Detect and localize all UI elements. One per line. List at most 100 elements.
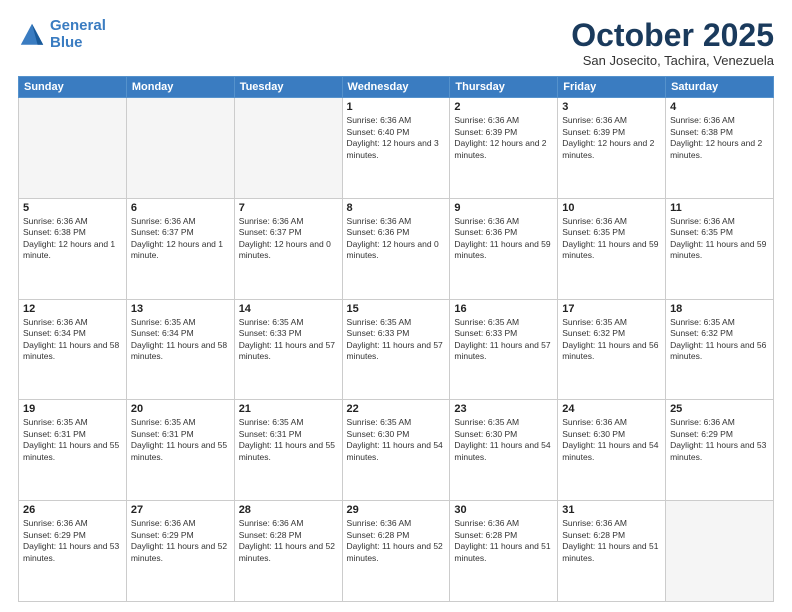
day-info: Sunrise: 6:36 AMSunset: 6:28 PMDaylight:… — [562, 518, 661, 564]
day-number: 17 — [562, 303, 661, 315]
day-info: Sunrise: 6:36 AMSunset: 6:29 PMDaylight:… — [23, 518, 122, 564]
logo-text: General Blue — [50, 18, 106, 51]
calendar-cell: 16 Sunrise: 6:35 AMSunset: 6:33 PMDayligh… — [450, 299, 558, 400]
weekday-header: Saturday — [666, 77, 774, 98]
day-number: 31 — [562, 504, 661, 516]
logo-icon — [18, 21, 46, 49]
calendar-cell: 11 Sunrise: 6:36 AMSunset: 6:35 PMDayligh… — [666, 198, 774, 299]
calendar-cell: 14 Sunrise: 6:35 AMSunset: 6:33 PMDayligh… — [234, 299, 342, 400]
calendar-cell: 19Sunrise: 6:35 AMSunset: 6:31 PMDayligh… — [19, 400, 127, 501]
logo: General Blue — [18, 18, 106, 51]
logo-line1: General — [50, 17, 106, 34]
day-number: 8 — [347, 202, 446, 214]
day-number: 29 — [347, 504, 446, 516]
day-number: 27 — [131, 504, 230, 516]
header: General Blue October 2025 San Josecito, … — [18, 18, 774, 68]
day-number: 14 — [239, 303, 338, 315]
day-info: Sunrise: 6:36 AMSunset: 6:35 PMDaylight:… — [562, 216, 661, 262]
day-number: 25 — [670, 403, 769, 415]
day-number: 3 — [562, 101, 661, 113]
day-number: 11 — [670, 202, 769, 214]
day-info: Sunrise: 6:36 AMSunset: 6:39 PMDaylight:… — [454, 115, 553, 161]
weekday-header: Monday — [126, 77, 234, 98]
weekday-header-row: SundayMondayTuesdayWednesdayThursdayFrid… — [19, 77, 774, 98]
day-info: Sunrise: 6:35 AMSunset: 6:31 PMDaylight:… — [131, 417, 230, 463]
weekday-header: Thursday — [450, 77, 558, 98]
page: General Blue October 2025 San Josecito, … — [0, 0, 792, 612]
weekday-header: Wednesday — [342, 77, 450, 98]
day-info: Sunrise: 6:35 AMSunset: 6:34 PMDaylight:… — [131, 317, 230, 363]
day-info: Sunrise: 6:36 AMSunset: 6:29 PMDaylight:… — [670, 417, 769, 463]
calendar-cell: 23 Sunrise: 6:35 AMSunset: 6:30 PMDayligh… — [450, 400, 558, 501]
weekday-header: Sunday — [19, 77, 127, 98]
day-info: Sunrise: 6:36 AMSunset: 6:39 PMDaylight:… — [562, 115, 661, 161]
day-number: 20 — [131, 403, 230, 415]
location: San Josecito, Tachira, Venezuela — [571, 53, 774, 68]
calendar-table: SundayMondayTuesdayWednesdayThursdayFrid… — [18, 76, 774, 602]
day-number: 5 — [23, 202, 122, 214]
day-info: Sunrise: 6:36 AMSunset: 6:35 PMDaylight:… — [670, 216, 769, 262]
week-row: 19 Sunrise: 6:35 AMSunset: 6:31 PMDayligh… — [19, 400, 774, 501]
day-number: 15 — [347, 303, 446, 315]
day-number: 16 — [454, 303, 553, 315]
calendar-cell: 4Sunrise: 6:36 AMSunset: 6:38 PMDaylight… — [666, 98, 774, 199]
day-info: Sunrise: 6:36 AMSunset: 6:28 PMDaylight:… — [454, 518, 553, 564]
calendar-cell: 29 Sunrise: 6:36 AMSunset: 6:28 PMDayligh… — [342, 501, 450, 602]
day-info: Sunrise: 6:36 AMSunset: 6:37 PMDaylight:… — [239, 216, 338, 262]
calendar-cell: 25 Sunrise: 6:36 AMSunset: 6:29 PMDayligh… — [666, 400, 774, 501]
day-number: 22 — [347, 403, 446, 415]
calendar-cell: 8 Sunrise: 6:36 AMSunset: 6:36 PMDaylight… — [342, 198, 450, 299]
calendar-cell: 9 Sunrise: 6:36 AMSunset: 6:36 PMDaylight… — [450, 198, 558, 299]
week-row: 12 Sunrise: 6:36 AMSunset: 6:34 PMDayligh… — [19, 299, 774, 400]
day-info: Sunrise: 6:35 AMSunset: 6:32 PMDaylight:… — [670, 317, 769, 363]
calendar-cell: 2 Sunrise: 6:36 AMSunset: 6:39 PMDaylight… — [450, 98, 558, 199]
day-number: 7 — [239, 202, 338, 214]
calendar-cell: 10 Sunrise: 6:36 AMSunset: 6:35 PMDayligh… — [558, 198, 666, 299]
calendar-cell: 28Sunrise: 6:36 AMSunset: 6:28 PMDayligh… — [234, 501, 342, 602]
day-number: 9 — [454, 202, 553, 214]
calendar-cell — [234, 98, 342, 199]
day-info: Sunrise: 6:36 AMSunset: 6:36 PMDaylight:… — [347, 216, 446, 262]
day-info: Sunrise: 6:36 AMSunset: 6:36 PMDaylight:… — [454, 216, 553, 262]
calendar-cell: 12 Sunrise: 6:36 AMSunset: 6:34 PMDayligh… — [19, 299, 127, 400]
week-row: 5 Sunrise: 6:36 AMSunset: 6:38 PMDaylight… — [19, 198, 774, 299]
calendar-cell: 13 Sunrise: 6:35 AMSunset: 6:34 PMDayligh… — [126, 299, 234, 400]
calendar-cell: 22 Sunrise: 6:35 AMSunset: 6:30 PMDayligh… — [342, 400, 450, 501]
logo-line2: Blue — [50, 34, 83, 51]
day-number: 12 — [23, 303, 122, 315]
day-number: 18 — [670, 303, 769, 315]
day-number: 28 — [239, 504, 338, 516]
calendar-cell: 24 Sunrise: 6:36 AMSunset: 6:30 PMDayligh… — [558, 400, 666, 501]
day-info: Sunrise: 6:36 AMSunset: 6:34 PMDaylight:… — [23, 317, 122, 363]
day-number: 24 — [562, 403, 661, 415]
calendar-cell: 1Sunrise: 6:36 AMSunset: 6:40 PMDaylight… — [342, 98, 450, 199]
week-row: 26Sunrise: 6:36 AMSunset: 6:29 PMDayligh… — [19, 501, 774, 602]
day-info: Sunrise: 6:36 AMSunset: 6:37 PMDaylight:… — [131, 216, 230, 262]
calendar-cell: 7 Sunrise: 6:36 AMSunset: 6:37 PMDaylight… — [234, 198, 342, 299]
calendar-cell: 15Sunrise: 6:35 AMSunset: 6:33 PMDayligh… — [342, 299, 450, 400]
day-info: Sunrise: 6:36 AMSunset: 6:40 PMDaylight:… — [347, 115, 446, 161]
day-number: 2 — [454, 101, 553, 113]
day-info: Sunrise: 6:35 AMSunset: 6:30 PMDaylight:… — [347, 417, 446, 463]
calendar-cell: 21Sunrise: 6:35 AMSunset: 6:31 PMDayligh… — [234, 400, 342, 501]
day-info: Sunrise: 6:35 AMSunset: 6:30 PMDaylight:… — [454, 417, 553, 463]
day-number: 6 — [131, 202, 230, 214]
day-info: Sunrise: 6:35 AMSunset: 6:31 PMDaylight:… — [239, 417, 338, 463]
calendar-cell: 31 Sunrise: 6:36 AMSunset: 6:28 PMDayligh… — [558, 501, 666, 602]
day-number: 13 — [131, 303, 230, 315]
calendar-cell: 30Sunrise: 6:36 AMSunset: 6:28 PMDayligh… — [450, 501, 558, 602]
day-number: 10 — [562, 202, 661, 214]
calendar-cell: 26Sunrise: 6:36 AMSunset: 6:29 PMDayligh… — [19, 501, 127, 602]
calendar-cell: 3 Sunrise: 6:36 AMSunset: 6:39 PMDaylight… — [558, 98, 666, 199]
weekday-header: Friday — [558, 77, 666, 98]
week-row: 1Sunrise: 6:36 AMSunset: 6:40 PMDaylight… — [19, 98, 774, 199]
calendar-cell: 20 Sunrise: 6:35 AMSunset: 6:31 PMDayligh… — [126, 400, 234, 501]
day-number: 19 — [23, 403, 122, 415]
day-info: Sunrise: 6:36 AMSunset: 6:38 PMDaylight:… — [23, 216, 122, 262]
day-info: Sunrise: 6:36 AMSunset: 6:30 PMDaylight:… — [562, 417, 661, 463]
day-info: Sunrise: 6:36 AMSunset: 6:28 PMDaylight:… — [347, 518, 446, 564]
day-number: 23 — [454, 403, 553, 415]
day-number: 4 — [670, 101, 769, 113]
day-info: Sunrise: 6:35 AMSunset: 6:33 PMDaylight:… — [454, 317, 553, 363]
day-info: Sunrise: 6:35 AMSunset: 6:33 PMDaylight:… — [239, 317, 338, 363]
